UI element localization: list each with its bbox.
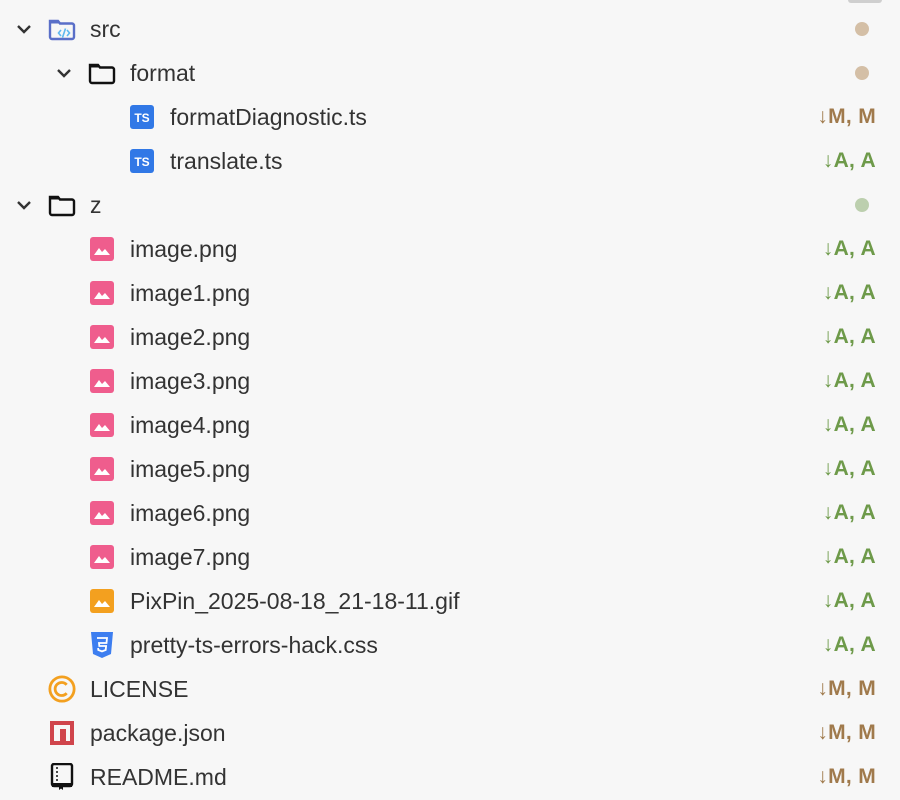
git-status-badge: ↓M, M: [817, 677, 876, 700]
item-label: pretty-ts-errors-hack.css: [130, 631, 378, 658]
changes-dot-indicator: [855, 198, 869, 212]
git-status-badge: ↓A, A: [822, 281, 876, 304]
git-status-badge: ↓A, A: [822, 149, 876, 172]
svg-text:TS: TS: [134, 111, 149, 125]
item-label: LICENSE: [90, 675, 189, 702]
chevron-down-icon[interactable]: [14, 19, 34, 39]
file-row[interactable]: pretty-ts-errors-hack.css ↓A, A: [0, 623, 900, 667]
file-row[interactable]: LICENSE ↓M, M: [0, 667, 900, 711]
item-label: image6.png: [130, 499, 251, 526]
gif-file-icon: [88, 587, 116, 615]
folder-icon: [88, 59, 116, 87]
image-file-icon: [88, 367, 116, 395]
chevron-down-icon[interactable]: [54, 63, 74, 83]
item-label: src: [90, 15, 121, 42]
npm-package-icon: [48, 719, 76, 747]
file-row[interactable]: image1.png ↓A, A: [0, 271, 900, 315]
file-row[interactable]: image7.png ↓A, A: [0, 535, 900, 579]
git-status-badge: ↓A, A: [822, 589, 876, 612]
git-status-badge: ↓A, A: [822, 501, 876, 524]
item-label: image3.png: [130, 367, 251, 394]
git-status-badge: ↓A, A: [822, 633, 876, 656]
chevron-down-icon[interactable]: [14, 195, 34, 215]
git-status-badge: ↓A, A: [822, 457, 876, 480]
git-status-badge: ↓A, A: [822, 237, 876, 260]
license-icon: [48, 675, 76, 703]
image-file-icon: [88, 279, 116, 307]
image-file-icon: [88, 323, 116, 351]
file-row[interactable]: PixPin_2025-08-18_21-18-11.gif ↓A, A: [0, 579, 900, 623]
source-folder-icon: [48, 15, 76, 43]
image-file-icon: [88, 499, 116, 527]
item-label: translate.ts: [170, 147, 283, 174]
item-label: package.json: [90, 719, 226, 746]
file-row[interactable]: image.png ↓A, A: [0, 227, 900, 271]
file-row[interactable]: image6.png ↓A, A: [0, 491, 900, 535]
image-file-icon: [88, 543, 116, 571]
git-status-badge: ↓A, A: [822, 325, 876, 348]
item-label: README.md: [90, 763, 227, 790]
git-status-badge: ↓M, M: [817, 721, 876, 744]
typescript-file-icon: TS: [128, 103, 156, 131]
svg-text:TS: TS: [134, 155, 149, 169]
item-label: image2.png: [130, 323, 251, 350]
folder-row[interactable]: z: [0, 183, 900, 227]
folder-row[interactable]: src: [0, 7, 900, 51]
file-row[interactable]: image5.png ↓A, A: [0, 447, 900, 491]
item-label: image4.png: [130, 411, 251, 438]
changes-dot-indicator: [855, 22, 869, 36]
git-status-badge: ↓A, A: [822, 413, 876, 436]
item-label: formatDiagnostic.ts: [170, 103, 367, 130]
git-status-badge: ↓M, M: [817, 765, 876, 788]
item-label: image7.png: [130, 543, 251, 570]
item-label: PixPin_2025-08-18_21-18-11.gif: [130, 587, 460, 614]
image-file-icon: [88, 235, 116, 263]
image-file-icon: [88, 455, 116, 483]
item-label: image5.png: [130, 455, 251, 482]
file-row[interactable]: TS formatDiagnostic.ts ↓M, M: [0, 95, 900, 139]
git-status-badge: ↓M, M: [817, 105, 876, 128]
item-label: image1.png: [130, 279, 251, 306]
folder-icon: [48, 191, 76, 219]
item-label: format: [130, 59, 196, 86]
scrollbar-thumb[interactable]: [848, 0, 882, 3]
typescript-file-icon: TS: [128, 147, 156, 175]
image-file-icon: [88, 411, 116, 439]
readme-book-icon: [48, 763, 76, 791]
git-status-badge: ↓A, A: [822, 369, 876, 392]
css-file-icon: [88, 631, 116, 659]
item-label: image.png: [130, 235, 238, 262]
file-row[interactable]: package.json ↓M, M: [0, 711, 900, 755]
file-row[interactable]: TS translate.ts ↓A, A: [0, 139, 900, 183]
file-row[interactable]: image2.png ↓A, A: [0, 315, 900, 359]
changes-dot-indicator: [855, 66, 869, 80]
item-label: z: [90, 191, 102, 218]
file-row[interactable]: image3.png ↓A, A: [0, 359, 900, 403]
file-row[interactable]: image4.png ↓A, A: [0, 403, 900, 447]
folder-row[interactable]: format: [0, 51, 900, 95]
file-row[interactable]: README.md ↓M, M: [0, 755, 900, 799]
git-status-badge: ↓A, A: [822, 545, 876, 568]
